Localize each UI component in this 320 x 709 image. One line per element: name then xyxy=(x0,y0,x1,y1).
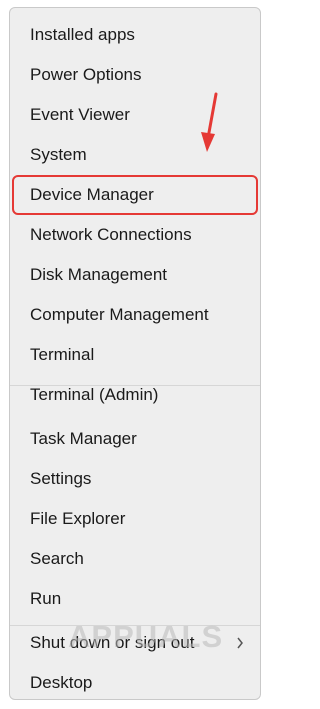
screenshot-frame: Installed apps Power Options Event Viewe… xyxy=(0,0,270,709)
menu-item-label: Shut down or sign out xyxy=(30,633,195,652)
menu-item-power-options[interactable]: Power Options xyxy=(14,57,256,93)
menu-item-task-manager[interactable]: Task Manager xyxy=(14,421,256,457)
chevron-right-icon xyxy=(236,625,244,661)
menu-item-terminal[interactable]: Terminal xyxy=(14,337,256,373)
menu-item-file-explorer[interactable]: File Explorer xyxy=(14,501,256,537)
menu-item-run[interactable]: Run xyxy=(14,581,256,617)
menu-item-device-manager[interactable]: Device Manager xyxy=(12,175,258,215)
menu-separator xyxy=(10,385,260,386)
menu-item-terminal-admin[interactable]: Terminal (Admin) xyxy=(14,377,256,413)
menu-item-installed-apps[interactable]: Installed apps xyxy=(14,17,256,53)
menu-item-network-connections[interactable]: Network Connections xyxy=(14,217,256,253)
menu-item-disk-management[interactable]: Disk Management xyxy=(14,257,256,293)
menu-item-settings[interactable]: Settings xyxy=(14,461,256,497)
red-arrow-icon xyxy=(201,92,218,152)
menu-item-search[interactable]: Search xyxy=(14,541,256,577)
menu-item-desktop[interactable]: Desktop xyxy=(14,665,256,699)
menu-item-computer-management[interactable]: Computer Management xyxy=(14,297,256,333)
menu-item-shut-down-or-sign-out[interactable]: Shut down or sign out xyxy=(14,625,256,661)
